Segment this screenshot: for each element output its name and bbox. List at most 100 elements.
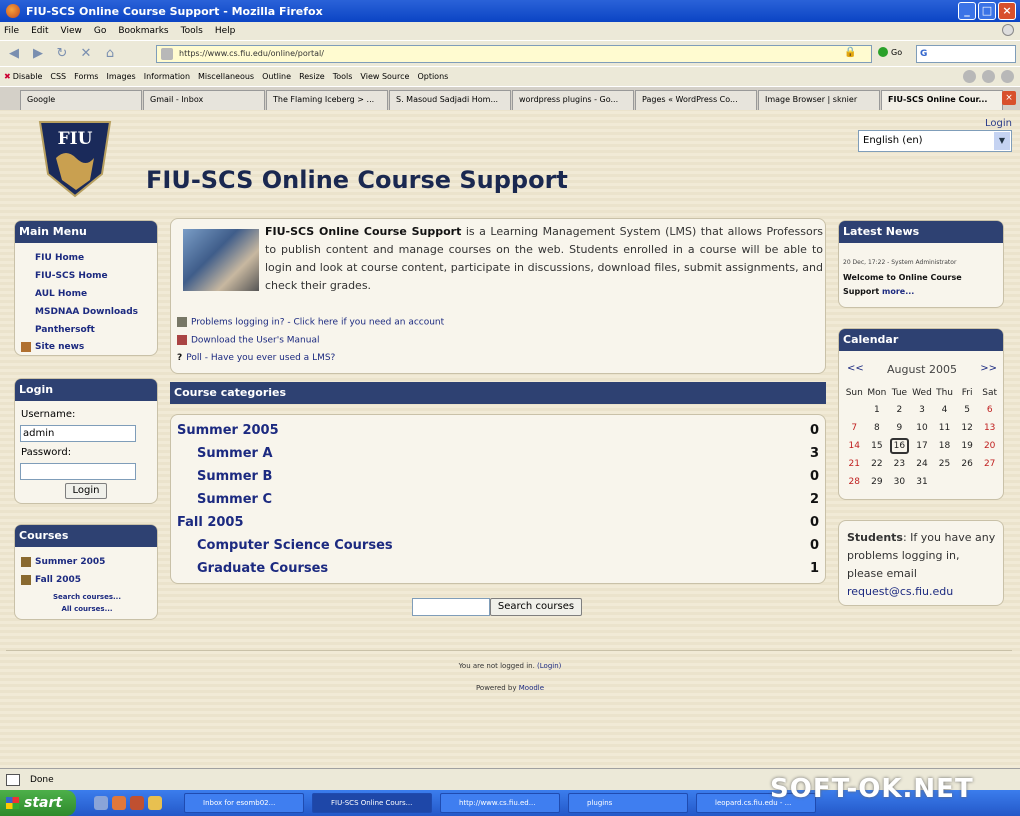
tab-image-browser[interactable]: Image Browser | sknier bbox=[758, 90, 880, 110]
user-manual-link[interactable]: Download the User's Manual bbox=[177, 335, 319, 346]
search-courses-link[interactable]: Search courses... bbox=[15, 593, 159, 601]
url-bar[interactable]: https://www.cs.fiu.edu/online/portal/ bbox=[156, 45, 872, 63]
dev-forms[interactable]: Forms bbox=[74, 72, 98, 81]
dev-information[interactable]: Information bbox=[144, 72, 190, 81]
task-fiu-scs[interactable]: FIU-SCS Online Cours... bbox=[312, 793, 432, 813]
search-input[interactable]: G bbox=[916, 45, 1016, 63]
menu-go[interactable]: Go bbox=[94, 26, 106, 36]
dev-css[interactable]: CSS bbox=[50, 72, 66, 81]
password-label: Password: bbox=[21, 447, 72, 458]
language-select[interactable]: English (en) ▼ bbox=[858, 130, 1012, 152]
menu-panthersoft[interactable]: Panthersoft bbox=[35, 325, 95, 335]
dev-options[interactable]: Options bbox=[417, 72, 448, 81]
back-icon[interactable]: ◀ bbox=[4, 44, 24, 64]
calendar-prev[interactable]: << bbox=[847, 363, 864, 374]
start-button[interactable]: start bbox=[0, 790, 76, 816]
tab-fiu-scs[interactable]: FIU-SCS Online Cour... bbox=[881, 90, 1003, 110]
settings-icon[interactable] bbox=[1001, 70, 1014, 83]
folder-icon[interactable] bbox=[148, 796, 162, 810]
footer-login-link[interactable]: (Login) bbox=[537, 662, 561, 670]
login-link[interactable]: Login bbox=[985, 118, 1012, 129]
question-icon: ? bbox=[177, 353, 183, 363]
dev-view-source[interactable]: View Source bbox=[360, 72, 409, 81]
username-field[interactable]: admin bbox=[20, 425, 136, 442]
problems-login-link[interactable]: Problems logging in? - Click here if you… bbox=[177, 317, 444, 328]
maximize-button[interactable]: □ bbox=[978, 2, 996, 20]
dev-disable[interactable]: ✖ Disable bbox=[4, 72, 42, 81]
info-icon[interactable] bbox=[982, 70, 995, 83]
category-row[interactable]: Fall 2005 0 bbox=[171, 515, 827, 537]
window-titlebar: FIU-SCS Online Course Support - Mozilla … bbox=[0, 0, 1020, 22]
task-http[interactable]: http://www.cs.fiu.ed... bbox=[440, 793, 560, 813]
tab-gmail[interactable]: Gmail - Inbox bbox=[143, 90, 265, 110]
moodle-link[interactable]: Moodle bbox=[519, 684, 544, 692]
login-status: You are not logged in. (Login) bbox=[458, 662, 562, 670]
window-title: FIU-SCS Online Course Support - Mozilla … bbox=[26, 4, 323, 18]
students-block: Students: If you have any problems loggi… bbox=[838, 520, 1004, 606]
home-icon[interactable]: ⌂ bbox=[100, 44, 120, 64]
news-meta: 20 Dec, 17:22 - System Administrator bbox=[843, 259, 957, 266]
category-row[interactable]: Graduate Courses 1 bbox=[171, 561, 827, 583]
menu-bookmarks[interactable]: Bookmarks bbox=[118, 26, 168, 36]
task-plugins[interactable]: plugins bbox=[568, 793, 688, 813]
category-row[interactable]: Summer 2005 0 bbox=[171, 423, 827, 445]
category-row[interactable]: Summer A3 bbox=[171, 446, 827, 468]
tab-bar: Google Gmail - Inbox The Flaming Iceberg… bbox=[0, 86, 1020, 110]
tab-flaming-iceberg[interactable]: The Flaming Iceberg > ... bbox=[266, 90, 388, 110]
close-tab-icon[interactable]: × bbox=[1002, 91, 1016, 105]
menu-fiu-scs-home[interactable]: FIU-SCS Home bbox=[35, 271, 108, 281]
dev-outline[interactable]: Outline bbox=[262, 72, 291, 81]
dev-images[interactable]: Images bbox=[106, 72, 135, 81]
reload-icon[interactable]: ↻ bbox=[52, 44, 72, 64]
tab-wordpress-pages[interactable]: Pages « WordPress Co... bbox=[635, 90, 757, 110]
students-text: Students: If you have any problems loggi… bbox=[847, 531, 996, 598]
menu-view[interactable]: View bbox=[61, 26, 82, 36]
category-row[interactable]: Summer B0 bbox=[171, 469, 827, 491]
menu-tools[interactable]: Tools bbox=[181, 26, 203, 36]
menu-site-news[interactable]: Site news bbox=[35, 342, 84, 352]
categories-list: Summer 2005 0 Summer A3 Summer B0 Summer … bbox=[170, 414, 826, 584]
menu-file[interactable]: File bbox=[4, 26, 19, 36]
stop-icon[interactable]: ✕ bbox=[76, 44, 96, 64]
dev-resize[interactable]: Resize bbox=[299, 72, 325, 81]
minimize-button[interactable]: _ bbox=[958, 2, 976, 20]
menu-fiu-home[interactable]: FIU Home bbox=[35, 253, 84, 263]
tab-sadjadi[interactable]: S. Masoud Sadjadi Hom... bbox=[389, 90, 511, 110]
footer-divider bbox=[6, 650, 1012, 651]
email-link[interactable]: request@cs.fiu.edu bbox=[847, 585, 953, 598]
desktop-icon[interactable] bbox=[94, 796, 108, 810]
status-icon[interactable] bbox=[963, 70, 976, 83]
task-inbox[interactable]: Inbox for esomb02... bbox=[184, 793, 304, 813]
course-fall-2005[interactable]: Fall 2005 bbox=[35, 575, 81, 585]
category-row[interactable]: Summer C2 bbox=[171, 492, 827, 514]
news-headline[interactable]: Welcome to Online Course Support more... bbox=[843, 271, 993, 299]
dev-miscellaneous[interactable]: Miscellaneous bbox=[198, 72, 254, 81]
category-row[interactable]: Computer Science Courses 0 bbox=[171, 538, 827, 560]
tab-wordpress-plugins[interactable]: wordpress plugins - Go... bbox=[512, 90, 634, 110]
firefox-quicklaunch-icon[interactable] bbox=[112, 796, 126, 810]
search-courses-button[interactable]: Search courses bbox=[490, 598, 582, 616]
app-icon[interactable] bbox=[130, 796, 144, 810]
login-button[interactable]: Login bbox=[65, 483, 107, 499]
password-field[interactable] bbox=[20, 463, 136, 480]
calendar-next[interactable]: >> bbox=[980, 363, 997, 374]
calendar-grid: Sun Mon Tue Wed Thu Fri Sat 12 345 6 789 10 1… bbox=[845, 388, 998, 487]
course-search-input[interactable] bbox=[412, 598, 490, 616]
close-window-button[interactable]: × bbox=[998, 2, 1016, 20]
menu-aul-home[interactable]: AUL Home bbox=[35, 289, 87, 299]
watermark: SOFT-OK.NET bbox=[770, 774, 974, 804]
all-courses-link[interactable]: All courses... bbox=[15, 605, 159, 613]
menu-help[interactable]: Help bbox=[215, 26, 236, 36]
latest-news-block: Latest News 20 Dec, 17:22 - System Admin… bbox=[838, 220, 1004, 308]
page-title: FIU-SCS Online Course Support bbox=[146, 166, 568, 194]
forward-icon[interactable]: ▶ bbox=[28, 44, 48, 64]
course-summer-2005[interactable]: Summer 2005 bbox=[35, 557, 105, 567]
tab-google[interactable]: Google bbox=[20, 90, 142, 110]
menu-edit[interactable]: Edit bbox=[31, 26, 48, 36]
calendar-today[interactable]: 16 bbox=[888, 437, 911, 455]
menu-msdnaa[interactable]: MSDNAA Downloads bbox=[35, 307, 138, 317]
go-button[interactable]: Go bbox=[878, 47, 902, 57]
dev-tools[interactable]: Tools bbox=[333, 72, 353, 81]
google-icon: G bbox=[920, 49, 928, 59]
poll-link[interactable]: ? Poll - Have you ever used a LMS? bbox=[177, 353, 335, 363]
